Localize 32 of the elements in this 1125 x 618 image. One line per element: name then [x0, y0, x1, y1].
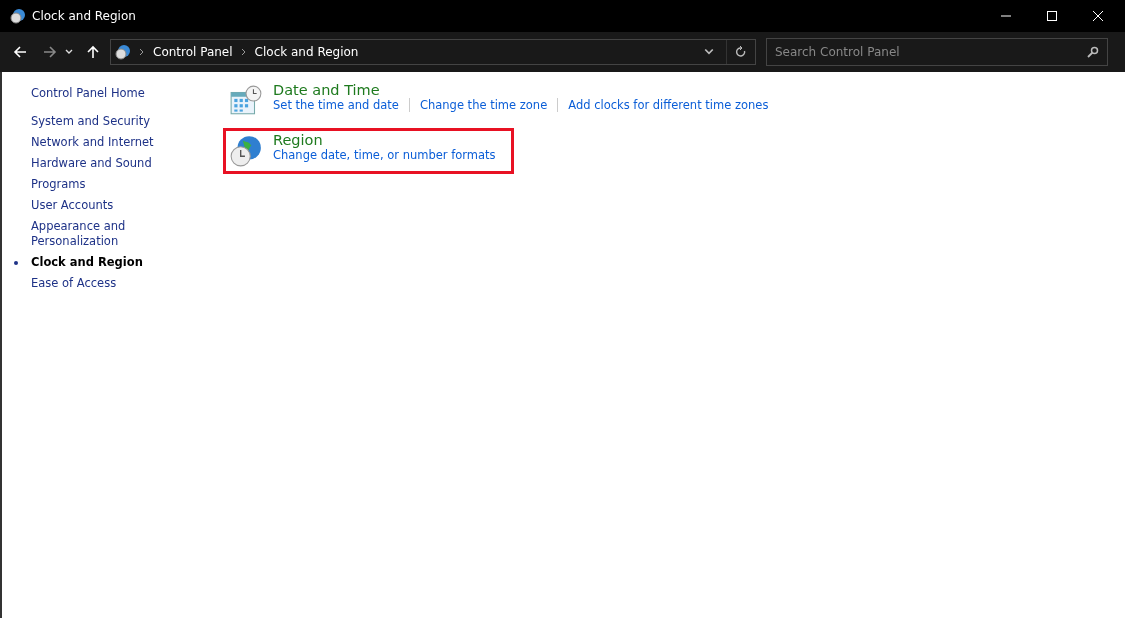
- bullet-icon: [14, 261, 18, 265]
- globe-clock-icon: [229, 134, 263, 168]
- sidebar-item[interactable]: User Accounts: [31, 198, 161, 213]
- sidebar-item[interactable]: System and Security: [31, 114, 161, 129]
- sidebar-item[interactable]: Ease of Access: [31, 276, 161, 291]
- breadcrumb[interactable]: Control Panel: [153, 45, 233, 59]
- search-icon[interactable]: [1087, 46, 1099, 58]
- chevron-right-icon: [139, 48, 145, 56]
- task-link[interactable]: Add clocks for different time zones: [568, 98, 769, 112]
- sidebar-link[interactable]: Control Panel Home: [31, 86, 211, 100]
- forward-arrow-icon[interactable]: [43, 45, 57, 59]
- search-field[interactable]: Search Control Panel: [766, 38, 1108, 66]
- up-arrow-icon[interactable]: [86, 45, 100, 59]
- task-link[interactable]: Set the time and date: [273, 98, 399, 112]
- clock-globe-icon: [10, 8, 26, 24]
- sidebar-item[interactable]: Appearance and Personalization: [31, 219, 161, 249]
- category-title[interactable]: Region: [273, 132, 496, 148]
- task-link[interactable]: Change date, time, or number formats: [273, 148, 496, 162]
- sidebar-item[interactable]: Clock and Region: [31, 255, 161, 270]
- clock-globe-icon: [115, 44, 131, 60]
- address-bar[interactable]: Control Panel Clock and Region: [110, 39, 756, 65]
- chevron-down-icon[interactable]: [704, 47, 714, 57]
- chevron-down-icon[interactable]: [65, 48, 73, 56]
- sidebar-item[interactable]: Network and Internet: [31, 135, 161, 150]
- task-link[interactable]: Change the time zone: [419, 98, 548, 112]
- breadcrumb[interactable]: Clock and Region: [254, 45, 359, 59]
- back-arrow-icon[interactable]: [13, 45, 27, 59]
- sidebar-item[interactable]: Hardware and Sound: [31, 156, 161, 171]
- category-title[interactable]: Date and Time: [273, 82, 769, 98]
- window-title: Clock and Region: [32, 9, 136, 23]
- chevron-right-icon: [240, 48, 247, 56]
- sidebar-item[interactable]: Programs: [31, 177, 161, 192]
